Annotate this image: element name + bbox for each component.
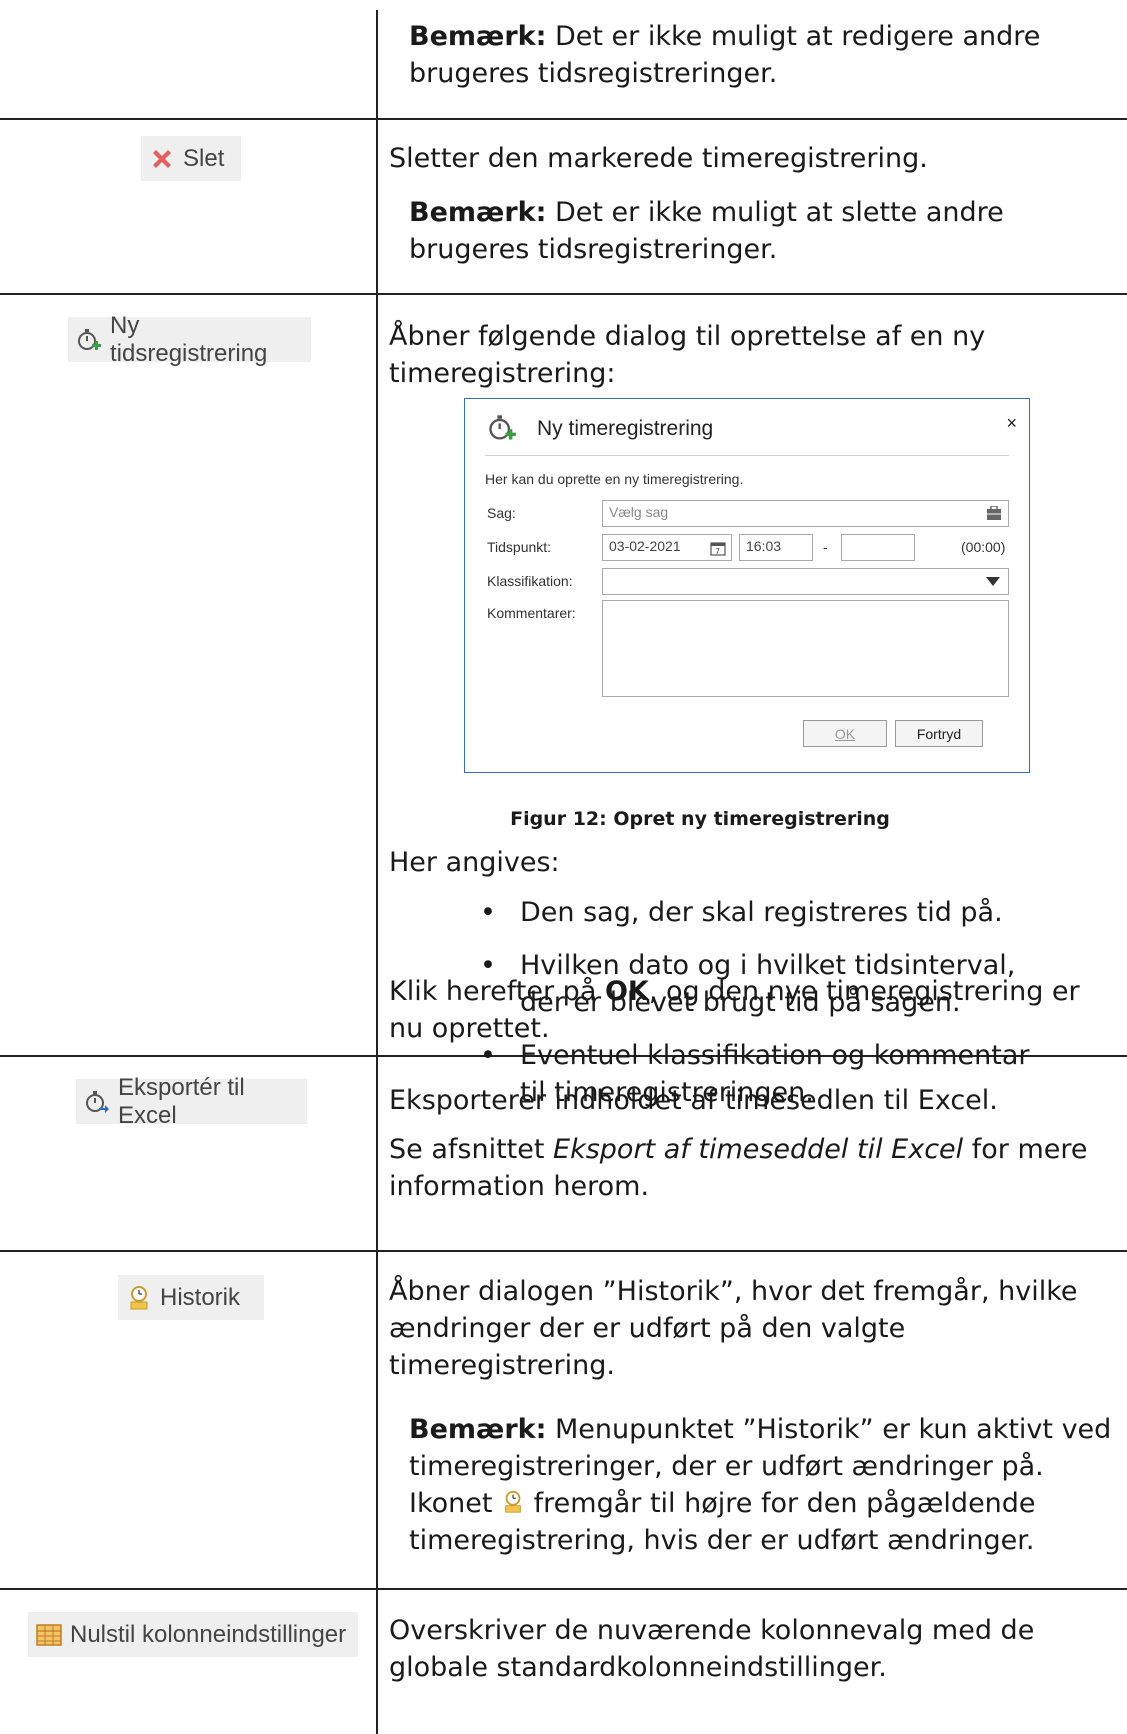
note-delete: Bemærk: Det er ikke muligt at slette and… [409,197,1004,265]
end-time-input[interactable] [841,534,915,561]
case-picker-icon[interactable] [986,506,1002,521]
dialog-title: Ny timeregistrering [537,417,714,440]
ok-instruction: Klik herefter på OK, og den nye timeregi… [389,976,1080,1044]
start-time-input[interactable]: 16:03 [739,534,813,561]
klassifikation-label: Klassifikation: [487,573,573,589]
row-divider [0,1588,1127,1590]
time-dash: - [823,539,828,555]
export-excel-button[interactable]: Eksportér til Excel [76,1074,307,1129]
export-reference: Se afsnittet Eksport af timeseddel til E… [389,1134,1088,1202]
date-input[interactable]: 03-02-2021 7 [602,534,732,561]
stopwatch-export-icon [86,1090,109,1113]
duration-label: (00:00) [961,539,1006,555]
stopwatch-add-icon [78,328,101,350]
row-divider [0,1250,1127,1252]
note-edit: Bemærk: Det er ikke muligt at redigere a… [409,21,1041,89]
export-description: Eksporterer indholdet af timesedlen til … [389,1085,998,1116]
ny-description: Åbner følgende dialog til oprettelse af … [389,321,986,389]
historik-button[interactable]: Historik [118,1275,264,1320]
new-registration-dialog: Ny timeregistrering × Her kan du oprette… [464,398,1030,773]
nulstil-kolonneindstillinger-button[interactable]: Nulstil kolonneindstillinger [28,1612,358,1657]
slet-description: Sletter den markerede timeregistrering. [389,143,928,174]
fortryd-button[interactable]: Fortryd [895,720,983,747]
tidspunkt-label: Tidspunkt: [487,539,552,555]
ok-button[interactable]: OK [803,720,887,747]
row-divider [0,118,1127,120]
klassifikation-select[interactable] [602,568,1009,595]
sag-input[interactable]: Vælg sag [602,500,1009,527]
sag-label: Sag: [487,505,516,521]
figure-caption: Figur 12: Opret ny timeregistrering [510,808,890,830]
table-columns-icon [36,1623,62,1646]
history-icon [130,1285,148,1309]
kommentarer-textarea[interactable] [602,600,1009,697]
her-angives: Her angives: [389,847,560,878]
calendar-icon[interactable]: 7 [710,540,726,556]
delete-x-icon [153,149,171,168]
slet-button[interactable]: Slet [141,136,241,181]
historik-description: Åbner dialogen ”Historik”, hvor det frem… [389,1276,1078,1381]
history-icon [505,1490,521,1513]
nulstil-description: Overskriver de nuværende kolonnevalg med… [389,1615,1035,1683]
stopwatch-add-icon [489,415,516,440]
document-page: Bemærk: Det er ikke muligt at redigere a… [0,0,1127,1734]
chevron-down-icon [986,577,1000,586]
note-historik: Bemærk: Menupunktet ”Historik” er kun ak… [409,1414,1112,1556]
row-divider [0,293,1127,295]
svg-text:7: 7 [715,547,720,556]
dialog-separator [485,455,1009,456]
list-item: Den sag, der skal registreres tid på. [480,894,1080,931]
column-divider [376,10,378,1734]
close-icon[interactable]: × [1006,413,1017,434]
ny-tidsregistrering-button[interactable]: Ny tidsregistrering [68,312,311,367]
dialog-intro: Her kan du oprette en ny timeregistrerin… [485,471,744,487]
kommentarer-label: Kommentarer: [487,605,576,621]
